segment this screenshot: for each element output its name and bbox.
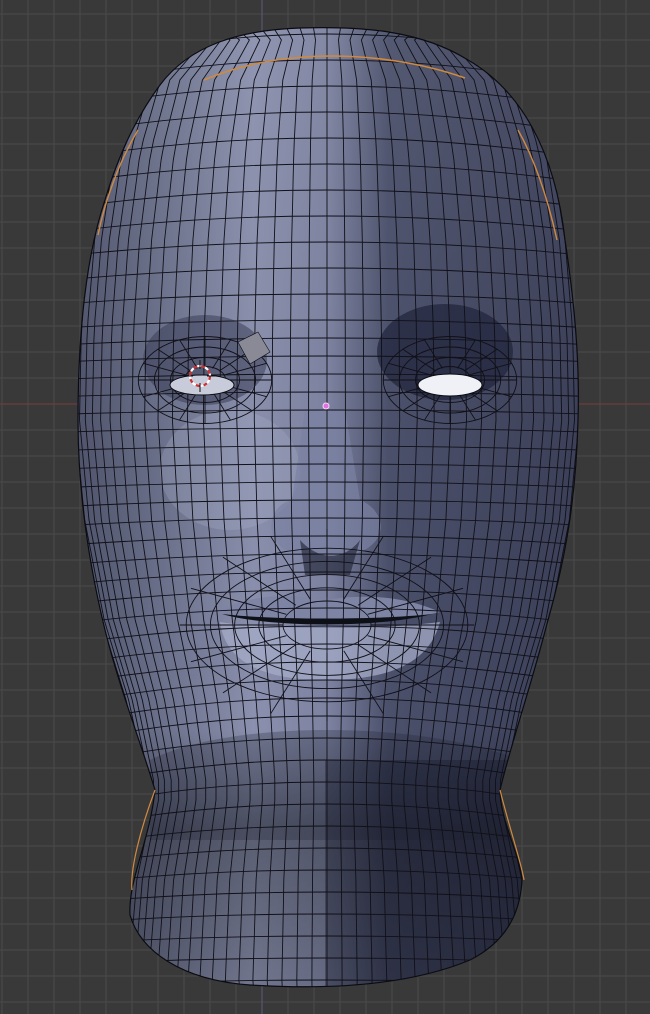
neck-shadow-right bbox=[325, 760, 525, 987]
3d-viewport[interactable] bbox=[0, 0, 650, 1014]
object-origin[interactable] bbox=[322, 402, 330, 410]
viewport-canvas[interactable] bbox=[0, 0, 650, 1014]
head-mesh[interactable] bbox=[0, 0, 650, 1014]
right-eye-opening bbox=[417, 373, 483, 397]
